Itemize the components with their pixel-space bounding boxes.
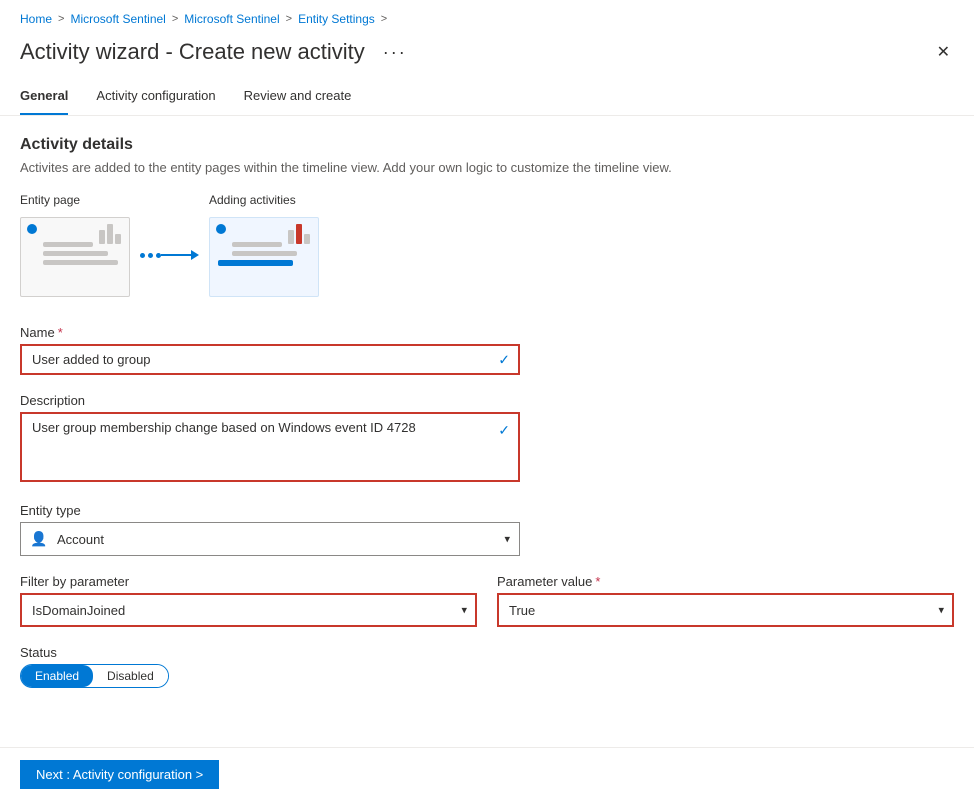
parameter-value-select[interactable]: True — [497, 593, 954, 627]
description-field-group: Description User group membership change… — [20, 393, 954, 485]
breadcrumb-entity-settings[interactable]: Entity Settings — [298, 12, 375, 26]
name-check-icon: ✓ — [498, 351, 510, 368]
entity-type-label: Entity type — [20, 503, 954, 518]
parameter-value-wrapper: True ▾ — [497, 593, 954, 627]
diagram: Entity page — [20, 193, 954, 297]
activity-details-description: Activites are added to the entity pages … — [20, 160, 954, 175]
description-label: Description — [20, 393, 954, 408]
diagram-arrow — [130, 250, 209, 260]
tab-bar: General Activity configuration Review an… — [0, 78, 974, 116]
entity-page-label: Entity page — [20, 193, 80, 207]
description-check-icon: ✓ — [498, 422, 510, 439]
status-label: Status — [20, 645, 954, 660]
entity-type-field-group: Entity type 👤 Account ▾ — [20, 503, 954, 556]
filter-by-param-select[interactable]: IsDomainJoined — [20, 593, 477, 627]
name-label: Name * — [20, 325, 954, 340]
description-textarea[interactable]: User group membership change based on Wi… — [20, 412, 520, 482]
status-section: Status Enabled Disabled — [20, 645, 954, 688]
name-input[interactable] — [20, 344, 520, 375]
tab-review-and-create[interactable]: Review and create — [244, 78, 352, 115]
description-textarea-wrapper: User group membership change based on Wi… — [20, 412, 520, 485]
parameter-value-label: Parameter value * — [497, 574, 954, 589]
breadcrumb-sentinel-1[interactable]: Microsoft Sentinel — [70, 12, 165, 26]
next-activity-configuration-button[interactable]: Next : Activity configuration > — [20, 760, 219, 789]
name-input-wrapper: ✓ — [20, 344, 520, 375]
breadcrumb: Home > Microsoft Sentinel > Microsoft Se… — [0, 0, 974, 34]
page-title: Activity wizard - Create new activity — [20, 39, 365, 65]
adding-activities-card — [209, 217, 319, 297]
filter-by-param-group: Filter by parameter IsDomainJoined ▾ — [20, 574, 477, 627]
entity-page-card — [20, 217, 130, 297]
filter-by-param-label: Filter by parameter — [20, 574, 477, 589]
footer: Next : Activity configuration > — [0, 747, 974, 801]
parameter-value-group: Parameter value * True ▾ — [497, 574, 954, 627]
adding-activities-label: Adding activities — [209, 193, 296, 207]
name-field-group: Name * ✓ — [20, 325, 954, 375]
account-icon: 👤 — [30, 531, 47, 548]
close-button[interactable]: ✕ — [933, 38, 954, 66]
breadcrumb-sentinel-2[interactable]: Microsoft Sentinel — [184, 12, 279, 26]
tab-activity-configuration[interactable]: Activity configuration — [96, 78, 215, 115]
breadcrumb-home[interactable]: Home — [20, 12, 52, 26]
more-options-icon[interactable]: ··· — [377, 40, 413, 65]
filter-row: Filter by parameter IsDomainJoined ▾ Par… — [20, 574, 954, 627]
status-toggle: Enabled Disabled — [20, 664, 169, 688]
status-disabled-button[interactable]: Disabled — [93, 665, 168, 687]
tab-general[interactable]: General — [20, 78, 68, 115]
filter-by-param-wrapper: IsDomainJoined ▾ — [20, 593, 477, 627]
status-enabled-button[interactable]: Enabled — [21, 665, 93, 687]
activity-details-title: Activity details — [20, 136, 954, 154]
entity-type-select-wrapper: 👤 Account ▾ — [20, 522, 520, 556]
entity-type-select[interactable]: Account — [20, 522, 520, 556]
activity-details-section: Activity details Activites are added to … — [20, 136, 954, 297]
